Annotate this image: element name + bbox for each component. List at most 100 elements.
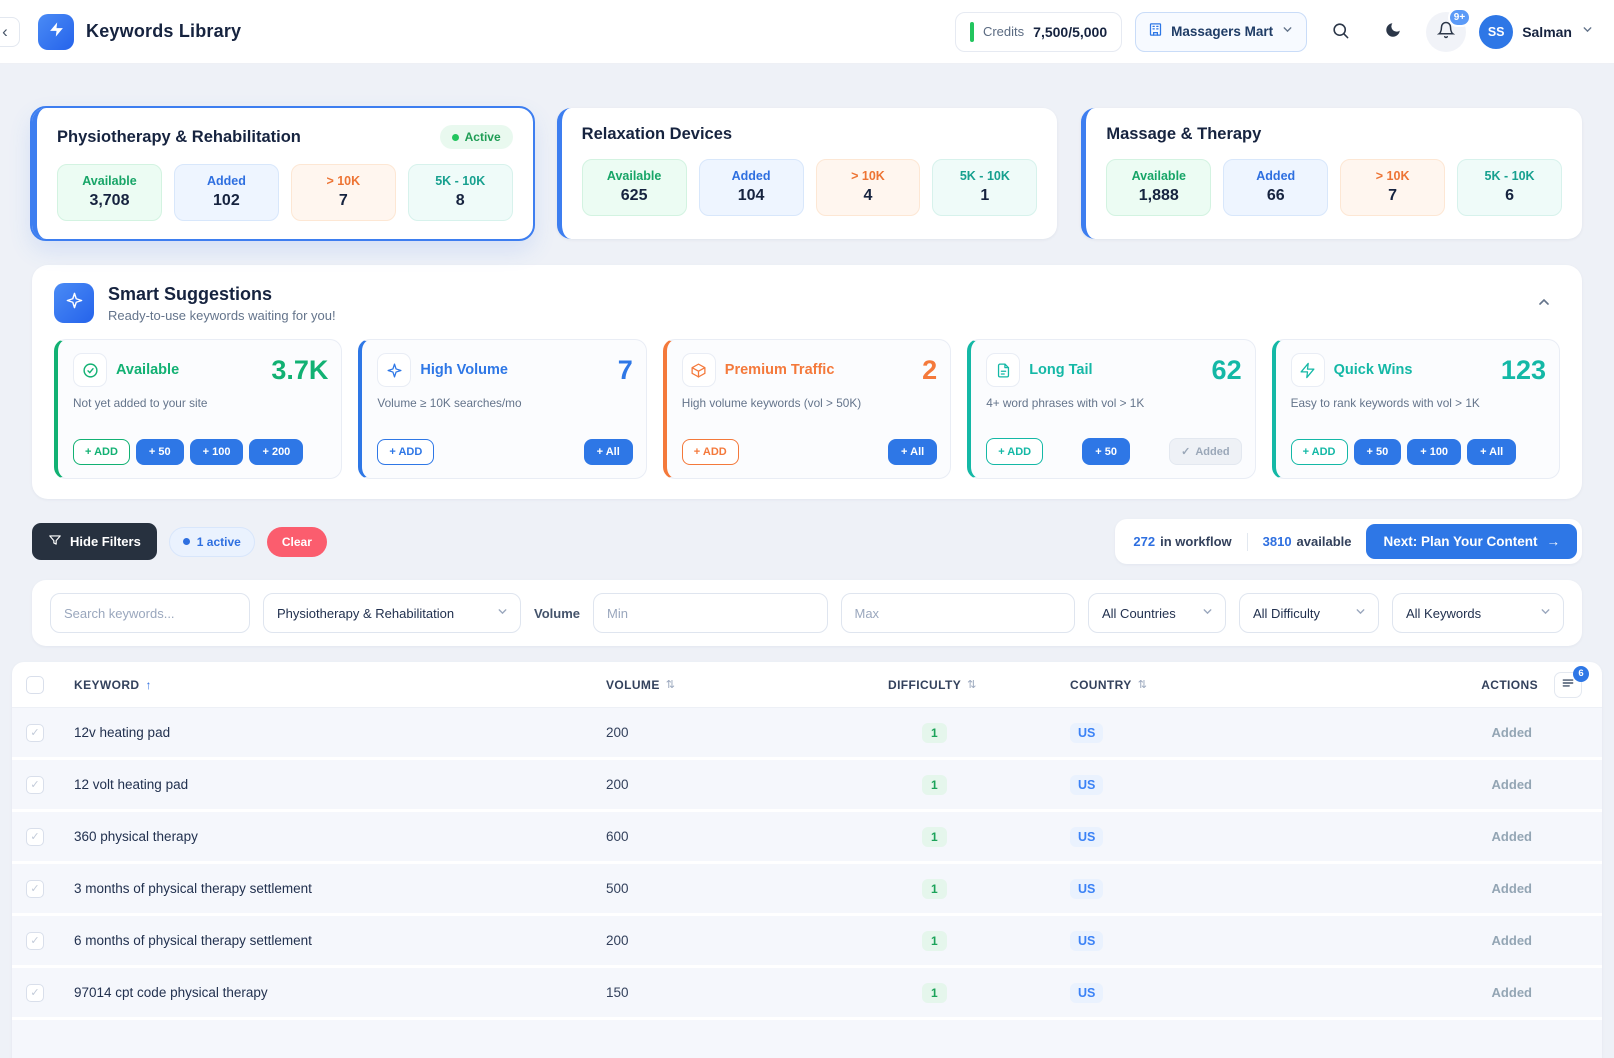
top-bar-right: Credits 7,500/5,000 Massagers Mart 9+ SS…	[955, 12, 1594, 52]
project-card-relaxation[interactable]: Relaxation Devices Available 625 Added 1…	[557, 108, 1058, 239]
column-menu-button[interactable]: 6	[1554, 672, 1582, 698]
keyword-cell: 97014 cpt code physical therapy	[74, 985, 590, 1000]
hamburger-icon	[1561, 676, 1575, 693]
volume-cell: 200	[590, 725, 870, 740]
header-difficulty[interactable]: DIFFICULTY ⇅	[870, 678, 1050, 692]
active-badge: Active	[440, 125, 513, 149]
store-selector[interactable]: Massagers Mart	[1135, 12, 1307, 52]
table-row[interactable]: ✓ 360 physical therapy 600 1 US Added	[12, 812, 1602, 864]
dark-mode-toggle[interactable]	[1373, 12, 1413, 52]
added-status: Added	[1290, 725, 1588, 740]
add-all-button[interactable]: + All	[1467, 439, 1516, 465]
notifications-button[interactable]: 9+	[1426, 12, 1466, 52]
keywords-select[interactable]: All Keywords	[1392, 593, 1564, 633]
zap-icon	[1291, 353, 1325, 387]
row-checkbox[interactable]: ✓	[26, 828, 44, 846]
next-plan-content-button[interactable]: Next: Plan Your Content →	[1366, 524, 1577, 559]
stat-available: Available 1,888	[1106, 159, 1211, 216]
row-checkbox[interactable]: ✓	[26, 724, 44, 742]
add-100-button[interactable]: + 100	[190, 439, 244, 465]
project-title: Massage & Therapy	[1106, 125, 1261, 144]
search-input[interactable]	[50, 593, 250, 633]
table-header-row: KEYWORD ↑ VOLUME ⇅ DIFFICULTY ⇅ COUNTRY …	[12, 662, 1602, 708]
add-50-button[interactable]: + 50	[1354, 439, 1402, 465]
add-100-button[interactable]: + 100	[1407, 439, 1461, 465]
suggestion-count: 123	[1501, 355, 1546, 386]
in-workflow-stat: 272 in workflow	[1133, 534, 1231, 549]
added-status: Added	[1290, 881, 1588, 896]
country-badge: US	[1070, 983, 1103, 1003]
difficulty-badge: 1	[922, 931, 947, 951]
page-title: Keywords Library	[86, 21, 241, 42]
project-select[interactable]: Physiotherapy & Rehabilitation	[263, 593, 521, 633]
clear-filters-button[interactable]: Clear	[267, 527, 327, 557]
add-button[interactable]: + ADD	[73, 439, 130, 465]
header-volume[interactable]: VOLUME ⇅	[590, 678, 870, 692]
workflow-summary: 272 in workflow 3810 available Next: Pla…	[1115, 519, 1582, 564]
added-status: Added	[1290, 985, 1588, 1000]
row-checkbox[interactable]: ✓	[26, 932, 44, 950]
row-checkbox[interactable]: ✓	[26, 880, 44, 898]
stat-5k-10k: 5K - 10K 8	[408, 164, 513, 221]
back-button[interactable]: ‹	[0, 17, 20, 47]
suggestion-card-premium-traffic: Premium Traffic 2 High volume keywords (…	[663, 339, 951, 479]
header-country[interactable]: COUNTRY ⇅	[1050, 678, 1290, 692]
user-menu[interactable]: SS Salman	[1479, 15, 1594, 49]
add-button[interactable]: + ADD	[1291, 439, 1348, 465]
project-cards-row: Physiotherapy & Rehabilitation Active Av…	[32, 108, 1582, 239]
filters-row: Physiotherapy & Rehabilitation Volume Al…	[32, 580, 1582, 646]
country-badge: US	[1070, 931, 1103, 951]
table-row[interactable]: ✓ 3 months of physical therapy settlemen…	[12, 864, 1602, 916]
credits-bar-icon	[970, 22, 974, 42]
difficulty-select[interactable]: All Difficulty	[1239, 593, 1379, 633]
hide-filters-button[interactable]: Hide Filters	[32, 523, 157, 560]
suggestions-subtitle: Ready-to-use keywords waiting for you!	[108, 308, 336, 323]
difficulty-badge: 1	[922, 723, 947, 743]
collapse-suggestions-button[interactable]	[1528, 287, 1560, 319]
table-row[interactable]: ✓ 12 volt heating pad 200 1 US Added	[12, 760, 1602, 812]
table-row[interactable]: ✓ 97014 cpt code physical therapy 150 1 …	[12, 968, 1602, 1020]
project-title: Relaxation Devices	[582, 125, 732, 144]
sort-icon: ⇅	[1138, 678, 1148, 691]
suggestion-count: 3.7K	[271, 355, 328, 386]
project-card-massage[interactable]: Massage & Therapy Available 1,888 Added …	[1081, 108, 1582, 239]
active-filters-chip[interactable]: 1 active	[169, 527, 255, 557]
stat-5k-10k: 5K - 10K 6	[1457, 159, 1562, 216]
select-all-checkbox[interactable]	[26, 676, 44, 694]
project-card-physiotherapy[interactable]: Physiotherapy & Rehabilitation Active Av…	[32, 108, 533, 239]
suggestion-card-long-tail: Long Tail 62 4+ word phrases with vol > …	[967, 339, 1255, 479]
table-row[interactable]: ✓ 12v heating pad 200 1 US Added	[12, 708, 1602, 760]
add-all-button[interactable]: + All	[584, 439, 633, 465]
add-50-button[interactable]: + 50	[1082, 438, 1130, 465]
star-icon	[377, 353, 411, 387]
suggestion-count: 62	[1212, 355, 1242, 386]
add-button[interactable]: + ADD	[377, 439, 434, 465]
chevron-down-icon	[1354, 605, 1367, 621]
app-logo	[38, 14, 74, 50]
keyword-cell: 12v heating pad	[74, 725, 590, 740]
suggestion-count: 7	[618, 355, 633, 386]
suggestion-description: 4+ word phrases with vol > 1K	[986, 396, 1241, 410]
project-title: Physiotherapy & Rehabilitation	[57, 128, 301, 147]
table-row[interactable]: ✓ 6 months of physical therapy settlemen…	[12, 916, 1602, 968]
chevron-down-icon	[496, 605, 509, 621]
avatar: SS	[1479, 15, 1513, 49]
add-200-button[interactable]: + 200	[249, 439, 303, 465]
header-keyword[interactable]: KEYWORD ↑	[74, 678, 590, 692]
volume-min-input[interactable]	[593, 593, 828, 633]
add-button[interactable]: + ADD	[682, 439, 739, 465]
row-checkbox[interactable]: ✓	[26, 984, 44, 1002]
add-all-button[interactable]: + All	[888, 439, 937, 465]
country-badge: US	[1070, 879, 1103, 899]
notification-badge: 9+	[1448, 8, 1471, 27]
stat-added: Added 102	[174, 164, 279, 221]
volume-cell: 200	[590, 777, 870, 792]
volume-max-input[interactable]	[841, 593, 1076, 633]
search-button[interactable]	[1320, 12, 1360, 52]
row-checkbox[interactable]: ✓	[26, 776, 44, 794]
country-select[interactable]: All Countries	[1088, 593, 1226, 633]
add-50-button[interactable]: + 50	[136, 439, 184, 465]
add-button[interactable]: + ADD	[986, 438, 1043, 465]
table-row-clipped	[12, 1020, 1602, 1058]
suggestions-icon-badge	[54, 283, 94, 323]
